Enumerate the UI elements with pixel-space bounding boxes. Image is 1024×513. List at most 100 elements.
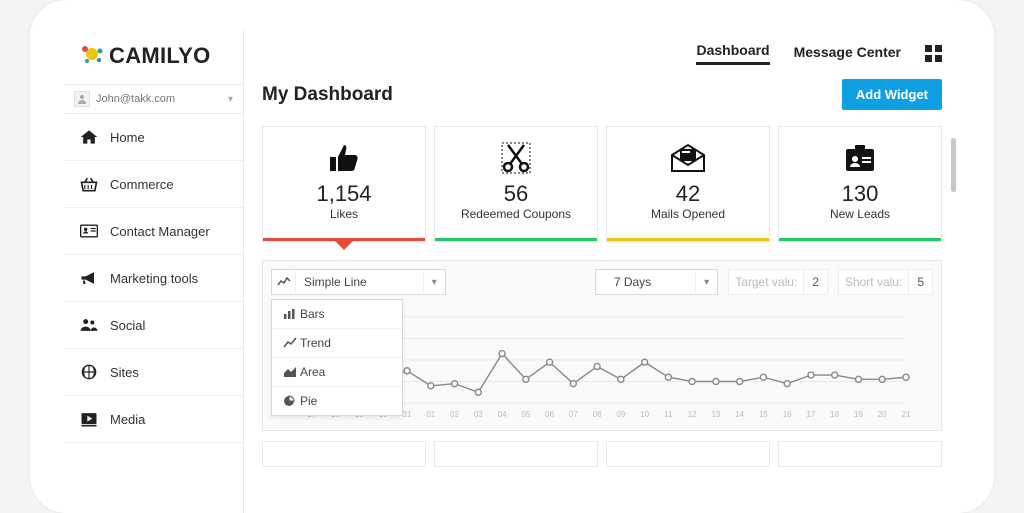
- stat-leads[interactable]: 130 New Leads: [778, 126, 942, 242]
- sidebar-item-contacts[interactable]: Contact Manager: [64, 208, 243, 255]
- add-widget-button[interactable]: Add Widget: [842, 79, 942, 110]
- play-icon: [78, 410, 100, 428]
- screen: CAMILYO John@takk.com ▾ Home Commerce Co…: [64, 30, 960, 513]
- home-icon: [78, 128, 100, 146]
- stat-coupons[interactable]: 56 Redeemed Coupons: [434, 126, 598, 242]
- widget-placeholder[interactable]: [262, 441, 426, 467]
- option-bars[interactable]: Bars: [272, 300, 402, 329]
- sidebar-item-commerce[interactable]: Commerce: [64, 161, 243, 208]
- svg-text:08: 08: [593, 410, 602, 419]
- chevron-down-icon: ▾: [228, 94, 233, 105]
- target-value-input[interactable]: Target valu: 2: [728, 269, 828, 295]
- svg-text:15: 15: [759, 410, 768, 419]
- stat-value: 1,154: [267, 181, 421, 207]
- page-title: My Dashboard: [262, 84, 393, 106]
- option-pie[interactable]: Pie: [272, 387, 402, 415]
- brand-text: CAMILYO: [109, 43, 211, 68]
- scissors-icon: [439, 139, 593, 175]
- svg-text:02: 02: [450, 410, 459, 419]
- widgets-row: [262, 441, 942, 467]
- sidebar-item-label: Commerce: [110, 177, 174, 192]
- input-value: 2: [803, 270, 827, 294]
- sidebar-nav: Home Commerce Contact Manager Marketing …: [64, 114, 243, 443]
- people-icon: [78, 316, 100, 334]
- badge-icon: [783, 139, 937, 175]
- svg-text:16: 16: [783, 410, 792, 419]
- chevron-down-icon: ▾: [695, 272, 717, 293]
- thumbs-up-icon: [267, 139, 421, 175]
- stat-value: 130: [783, 181, 937, 207]
- brand-logo: CAMILYO: [64, 30, 243, 84]
- chart-type-select[interactable]: Simple Line ▾: [271, 269, 446, 295]
- tab-message-center[interactable]: Message Center: [794, 44, 901, 64]
- area-chart-icon: [280, 366, 300, 378]
- svg-text:07: 07: [569, 410, 578, 419]
- sidebar-item-marketing[interactable]: Marketing tools: [64, 255, 243, 302]
- svg-text:11: 11: [664, 410, 673, 419]
- short-value-input[interactable]: Short valu: 5: [838, 269, 933, 295]
- monitor-frame: CAMILYO John@takk.com ▾ Home Commerce Co…: [30, 0, 994, 513]
- stat-likes[interactable]: 1,154 Likes: [262, 126, 426, 242]
- megaphone-icon: [78, 269, 100, 287]
- option-area[interactable]: Area: [272, 358, 402, 387]
- option-label: Trend: [300, 336, 331, 350]
- option-label: Bars: [300, 307, 325, 321]
- stat-label: Likes: [267, 207, 421, 221]
- svg-text:13: 13: [711, 410, 720, 419]
- user-icon: [74, 91, 90, 107]
- sidebar-item-label: Media: [110, 412, 145, 427]
- svg-text:05: 05: [521, 410, 530, 419]
- stat-mails[interactable]: 42 Mails Opened: [606, 126, 770, 242]
- widget-placeholder[interactable]: [778, 441, 942, 467]
- placeholder: Short valu:: [839, 270, 908, 294]
- option-trend[interactable]: Trend: [272, 329, 402, 358]
- svg-text:14: 14: [735, 410, 744, 419]
- svg-text:17: 17: [807, 410, 816, 419]
- sidebar-item-home[interactable]: Home: [64, 114, 243, 161]
- user-dropdown[interactable]: John@takk.com ▾: [64, 84, 243, 114]
- stat-value: 42: [611, 181, 765, 207]
- chart-type-label: Simple Line: [296, 270, 423, 294]
- svg-text:19: 19: [854, 410, 863, 419]
- svg-text:21: 21: [902, 410, 911, 419]
- sidebar-item-media[interactable]: Media: [64, 396, 243, 443]
- sidebar-item-label: Social: [110, 318, 145, 333]
- svg-text:20: 20: [878, 410, 887, 419]
- apps-grid-icon[interactable]: [925, 45, 942, 62]
- stat-cards: 1,154 Likes 56 Redeemed Coupons 42 Mails…: [262, 126, 942, 242]
- svg-text:18: 18: [830, 410, 839, 419]
- main-content: Dashboard Message Center My Dashboard Ad…: [244, 30, 960, 513]
- widget-placeholder[interactable]: [434, 441, 598, 467]
- top-tabs: Dashboard Message Center: [262, 42, 942, 71]
- range-label: 7 Days: [596, 270, 695, 294]
- user-label: John@takk.com: [96, 93, 175, 105]
- stat-label: New Leads: [783, 207, 937, 221]
- widget-placeholder[interactable]: [606, 441, 770, 467]
- stat-value: 56: [439, 181, 593, 207]
- line-chart-icon: [272, 271, 296, 293]
- svg-text:12: 12: [688, 410, 697, 419]
- sidebar-item-label: Marketing tools: [110, 271, 198, 286]
- pie-chart-icon: [280, 395, 300, 407]
- svg-text:09: 09: [616, 410, 625, 419]
- sidebar-item-label: Sites: [110, 365, 139, 380]
- title-bar: My Dashboard Add Widget: [262, 71, 942, 126]
- stat-label: Redeemed Coupons: [439, 207, 593, 221]
- svg-text:06: 06: [545, 410, 554, 419]
- globe-icon: [78, 363, 100, 381]
- input-value: 5: [908, 270, 932, 294]
- svg-text:10: 10: [640, 410, 649, 419]
- stat-label: Mails Opened: [611, 207, 765, 221]
- tab-dashboard[interactable]: Dashboard: [696, 42, 769, 65]
- date-range-select[interactable]: 7 Days ▾: [595, 269, 718, 295]
- option-label: Area: [300, 365, 325, 379]
- chart-controls: Simple Line ▾ 7 Days ▾ Target valu: 2 Sh…: [263, 261, 941, 303]
- sidebar-item-social[interactable]: Social: [64, 302, 243, 349]
- sidebar-item-sites[interactable]: Sites: [64, 349, 243, 396]
- svg-text:01: 01: [426, 410, 435, 419]
- chart-panel: Simple Line ▾ 7 Days ▾ Target valu: 2 Sh…: [262, 260, 942, 431]
- brand-mark-icon: [78, 42, 106, 72]
- svg-text:31: 31: [403, 410, 412, 419]
- svg-text:03: 03: [474, 410, 483, 419]
- scrollbar-thumb[interactable]: [951, 138, 956, 192]
